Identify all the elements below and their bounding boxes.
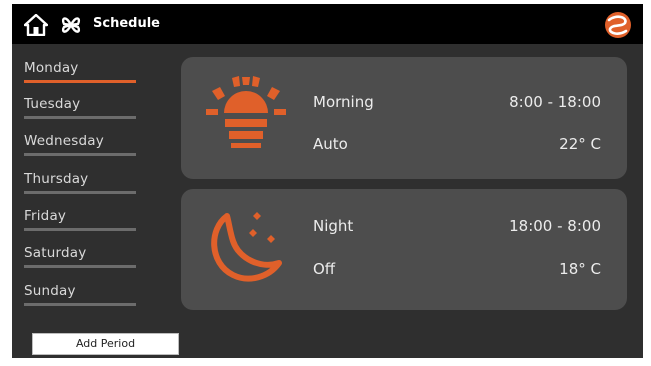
top-bar: Schedule (12, 4, 643, 44)
day-tab-sunday[interactable]: Sunday (22, 283, 150, 313)
period-name: Night (313, 217, 354, 235)
day-underline (24, 303, 136, 306)
day-tab-tuesday[interactable]: Tuesday (22, 96, 150, 126)
day-tab-friday[interactable]: Friday (22, 208, 150, 238)
day-tab-thursday[interactable]: Thursday (22, 171, 150, 201)
period-time: 18:00 - 8:00 (509, 217, 601, 235)
day-underline (24, 191, 136, 194)
day-underline (24, 228, 136, 231)
propeller-icon[interactable] (60, 14, 82, 36)
thermostat-screen: Schedule Monday Tuesday Wednesday Thursd… (0, 0, 651, 366)
day-label: Sunday (24, 283, 76, 299)
home-icon[interactable] (24, 14, 48, 36)
moon-stars-icon (211, 212, 282, 282)
day-underline (24, 116, 136, 119)
brand-logo-icon (605, 12, 631, 38)
day-label: Thursday (24, 171, 89, 187)
sunrise-icon (206, 76, 286, 148)
period-mode: Auto (313, 135, 348, 153)
day-tab-monday[interactable]: Monday (22, 60, 150, 90)
day-underline (24, 153, 136, 156)
period-name: Morning (313, 93, 374, 111)
day-underline-active (24, 80, 136, 83)
period-mode: Off (313, 260, 336, 278)
add-period-button[interactable]: Add Period (32, 333, 179, 355)
day-label: Tuesday (24, 96, 81, 112)
day-label: Wednesday (24, 133, 104, 149)
day-tab-wednesday[interactable]: Wednesday (22, 133, 150, 163)
period-card-night[interactable]: Night 18:00 - 8:00 Off 18° C (181, 189, 627, 310)
page-title: Schedule (93, 16, 160, 31)
period-time: 8:00 - 18:00 (509, 93, 601, 111)
day-label: Monday (24, 60, 79, 76)
day-tab-saturday[interactable]: Saturday (22, 245, 150, 275)
period-card-morning[interactable]: Morning 8:00 - 18:00 Auto 22° C (181, 57, 627, 179)
day-label: Friday (24, 208, 67, 224)
period-temperature: 18° C (559, 260, 601, 278)
day-underline (24, 265, 136, 268)
period-temperature: 22° C (559, 135, 601, 153)
day-label: Saturday (24, 245, 87, 261)
